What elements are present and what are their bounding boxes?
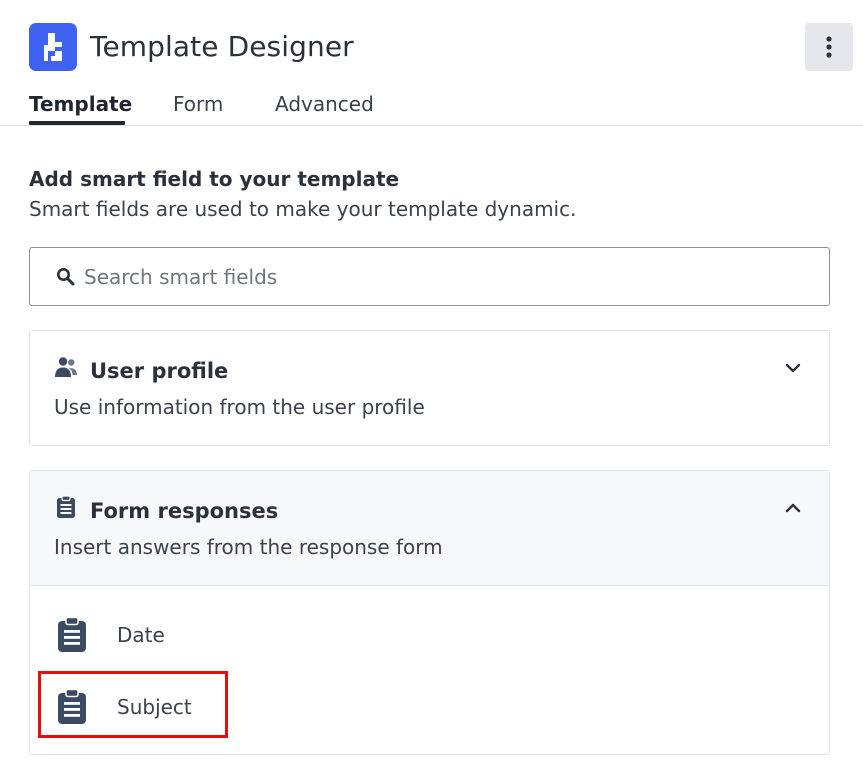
app-logo-icon (29, 23, 77, 71)
smart-field-label: Date (117, 623, 165, 647)
search-box[interactable] (29, 247, 830, 306)
users-icon (55, 357, 77, 377)
search-icon (57, 268, 75, 286)
group-title: User profile (90, 359, 229, 383)
active-tab-indicator (29, 121, 125, 125)
group-description: Use information from the user profile (54, 395, 425, 419)
app-title: Template Designer (90, 30, 354, 63)
chevron-down-icon[interactable] (784, 359, 802, 377)
group-form-responses-header[interactable]: Form responses Insert answers from the r… (30, 471, 829, 586)
tab-form[interactable]: Form (173, 90, 223, 118)
section-title: Add smart field to your template (29, 167, 400, 191)
smart-field-label: Subject (117, 695, 192, 719)
group-user-profile: User profile Use information from the us… (29, 330, 830, 446)
smart-field-date[interactable]: Date (30, 603, 829, 667)
smart-field-subject[interactable]: Subject (30, 675, 829, 739)
search-input[interactable] (84, 260, 804, 294)
header: Template Designer Template Form Advanced (0, 0, 863, 126)
clipboard-icon (58, 617, 86, 652)
tab-advanced[interactable]: Advanced (275, 90, 374, 118)
group-description: Insert answers from the response form (54, 535, 443, 559)
chevron-up-icon[interactable] (784, 499, 802, 517)
section-subtitle: Smart fields are used to make your templ… (29, 197, 577, 221)
more-vertical-icon (826, 36, 832, 58)
group-title: Form responses (90, 499, 279, 523)
clipboard-icon (58, 689, 86, 724)
group-form-responses: Form responses Insert answers from the r… (29, 470, 830, 755)
group-user-profile-header[interactable]: User profile Use information from the us… (30, 331, 829, 446)
more-options-button[interactable] (805, 23, 853, 71)
tab-template[interactable]: Template (29, 90, 132, 118)
clipboard-icon (57, 495, 75, 518)
